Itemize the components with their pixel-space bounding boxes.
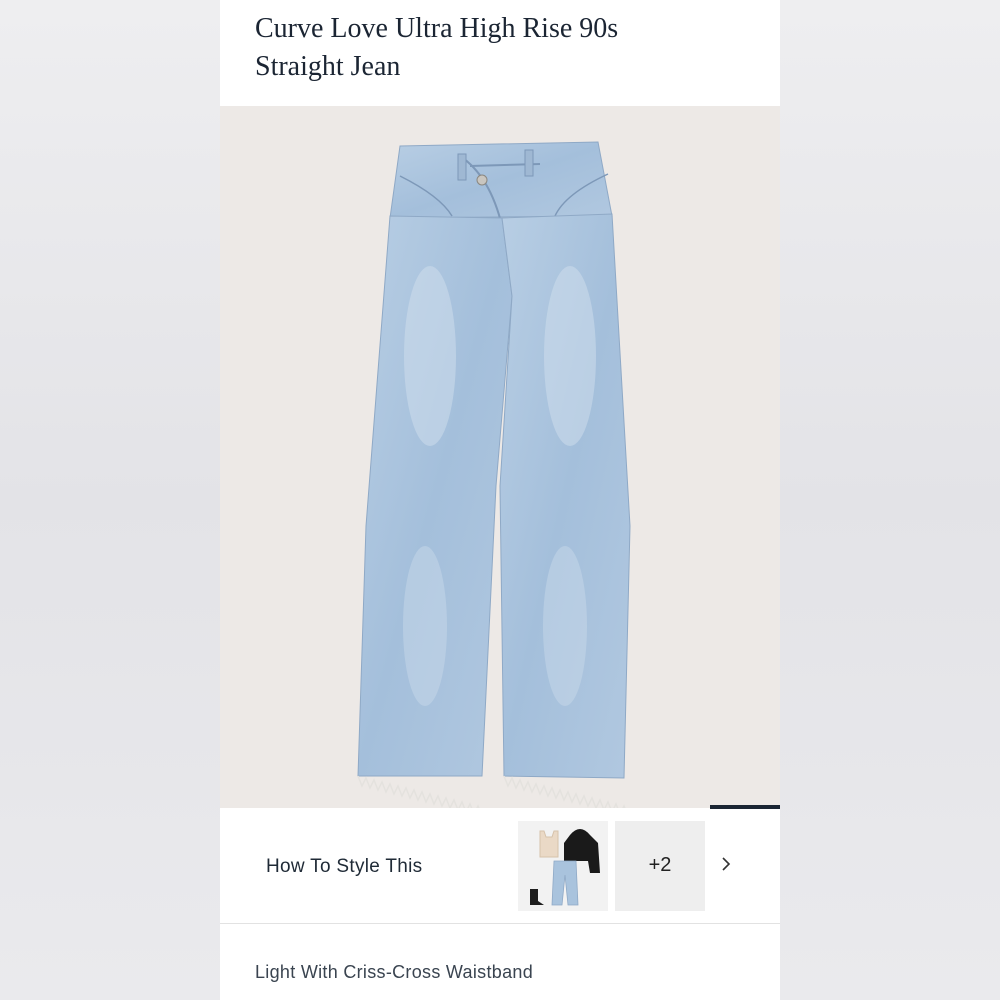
product-title-line-2: Straight Jean: [255, 51, 401, 82]
blurred-backdrop-left: [0, 0, 220, 1000]
product-image[interactable]: [220, 106, 780, 808]
outfit-thumbnail[interactable]: [518, 821, 608, 911]
product-page: Curve Love Ultra High Rise 90s Straight …: [220, 0, 780, 1000]
color-description: Light With Criss-Cross Waistband: [255, 962, 533, 982]
product-title: Curve Love Ultra High Rise 90s Straight …: [255, 10, 735, 86]
outfit-image: [530, 829, 600, 906]
more-outfits-thumbnail[interactable]: +2: [615, 821, 705, 911]
blurred-backdrop-right: [780, 0, 1000, 1000]
product-title-line-1: Curve Love Ultra High Rise 90s: [255, 13, 619, 44]
more-outfits-count: +2: [648, 854, 672, 876]
chevron-right-icon[interactable]: [716, 854, 736, 874]
jeans-illustration: [357, 141, 631, 808]
how-to-style-label: How To Style This: [266, 856, 423, 877]
how-to-style-row[interactable]: How To Style This +2: [220, 809, 780, 924]
